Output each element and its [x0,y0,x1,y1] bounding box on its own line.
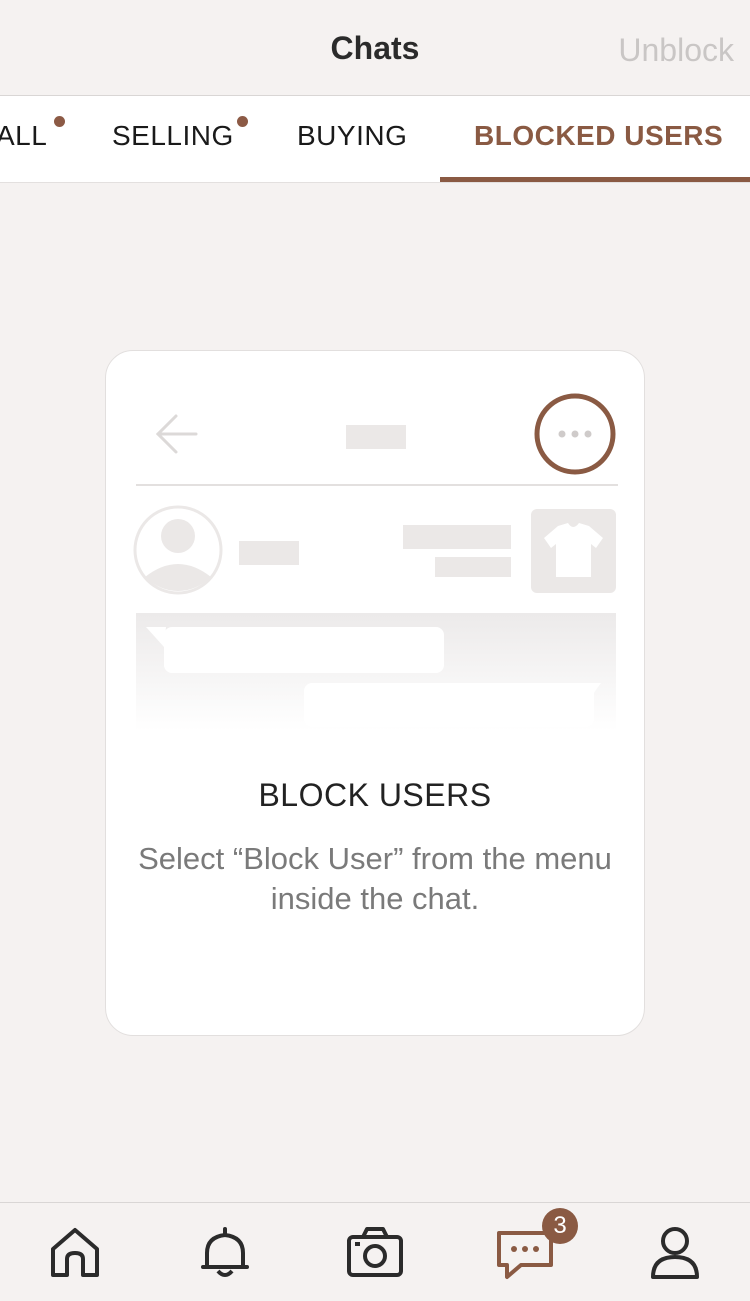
tab-selling[interactable]: SELLING [112,116,248,152]
title-placeholder [346,425,406,449]
item-title-placeholder [403,525,511,549]
tab-all-label: ALL [0,120,48,151]
bottom-nav [0,1202,750,1301]
empty-state-title: BLOCK USERS [258,777,492,813]
bell-icon [201,1227,249,1277]
profile-icon [651,1227,699,1279]
unread-dot [54,116,66,127]
tab-selling-label: SELLING [112,120,234,151]
chat-unread-badge: 3 [542,1208,578,1244]
outgoing-bubble [304,683,594,727]
header-bar: Chats Unblock [0,0,750,96]
nav-profile[interactable] [645,1223,705,1283]
tab-blocked-users[interactable]: BLOCKED USERS [474,120,723,152]
tshirt-icon [531,509,616,593]
active-tab-indicator [440,177,750,182]
avatar-icon [133,505,223,595]
nav-home[interactable] [45,1223,105,1283]
empty-state-card: BLOCK USERS Select “Block User” from the… [105,350,645,1036]
name-placeholder [239,541,299,565]
empty-state-description: Select “Block User” from the menu inside… [138,841,612,916]
chat-tabs: ALL SELLING BUYING BLOCKED USERS [0,96,750,183]
more-dots-icon [534,393,616,475]
unread-dot [236,116,248,127]
block-user-illustration [133,393,618,731]
tab-all[interactable]: ALL [0,116,66,152]
nav-camera[interactable] [345,1223,405,1283]
tab-buying-label: BUYING [297,120,408,151]
item-price-placeholder [435,557,511,577]
camera-icon [347,1227,403,1277]
incoming-bubble [164,627,444,673]
back-arrow-icon [155,414,198,454]
home-icon [51,1228,99,1277]
nav-notifications[interactable] [195,1223,255,1283]
tab-blocked-users-label: BLOCKED USERS [474,120,724,151]
tab-buying[interactable]: BUYING [297,120,407,152]
unblock-button[interactable]: Unblock [618,32,734,69]
